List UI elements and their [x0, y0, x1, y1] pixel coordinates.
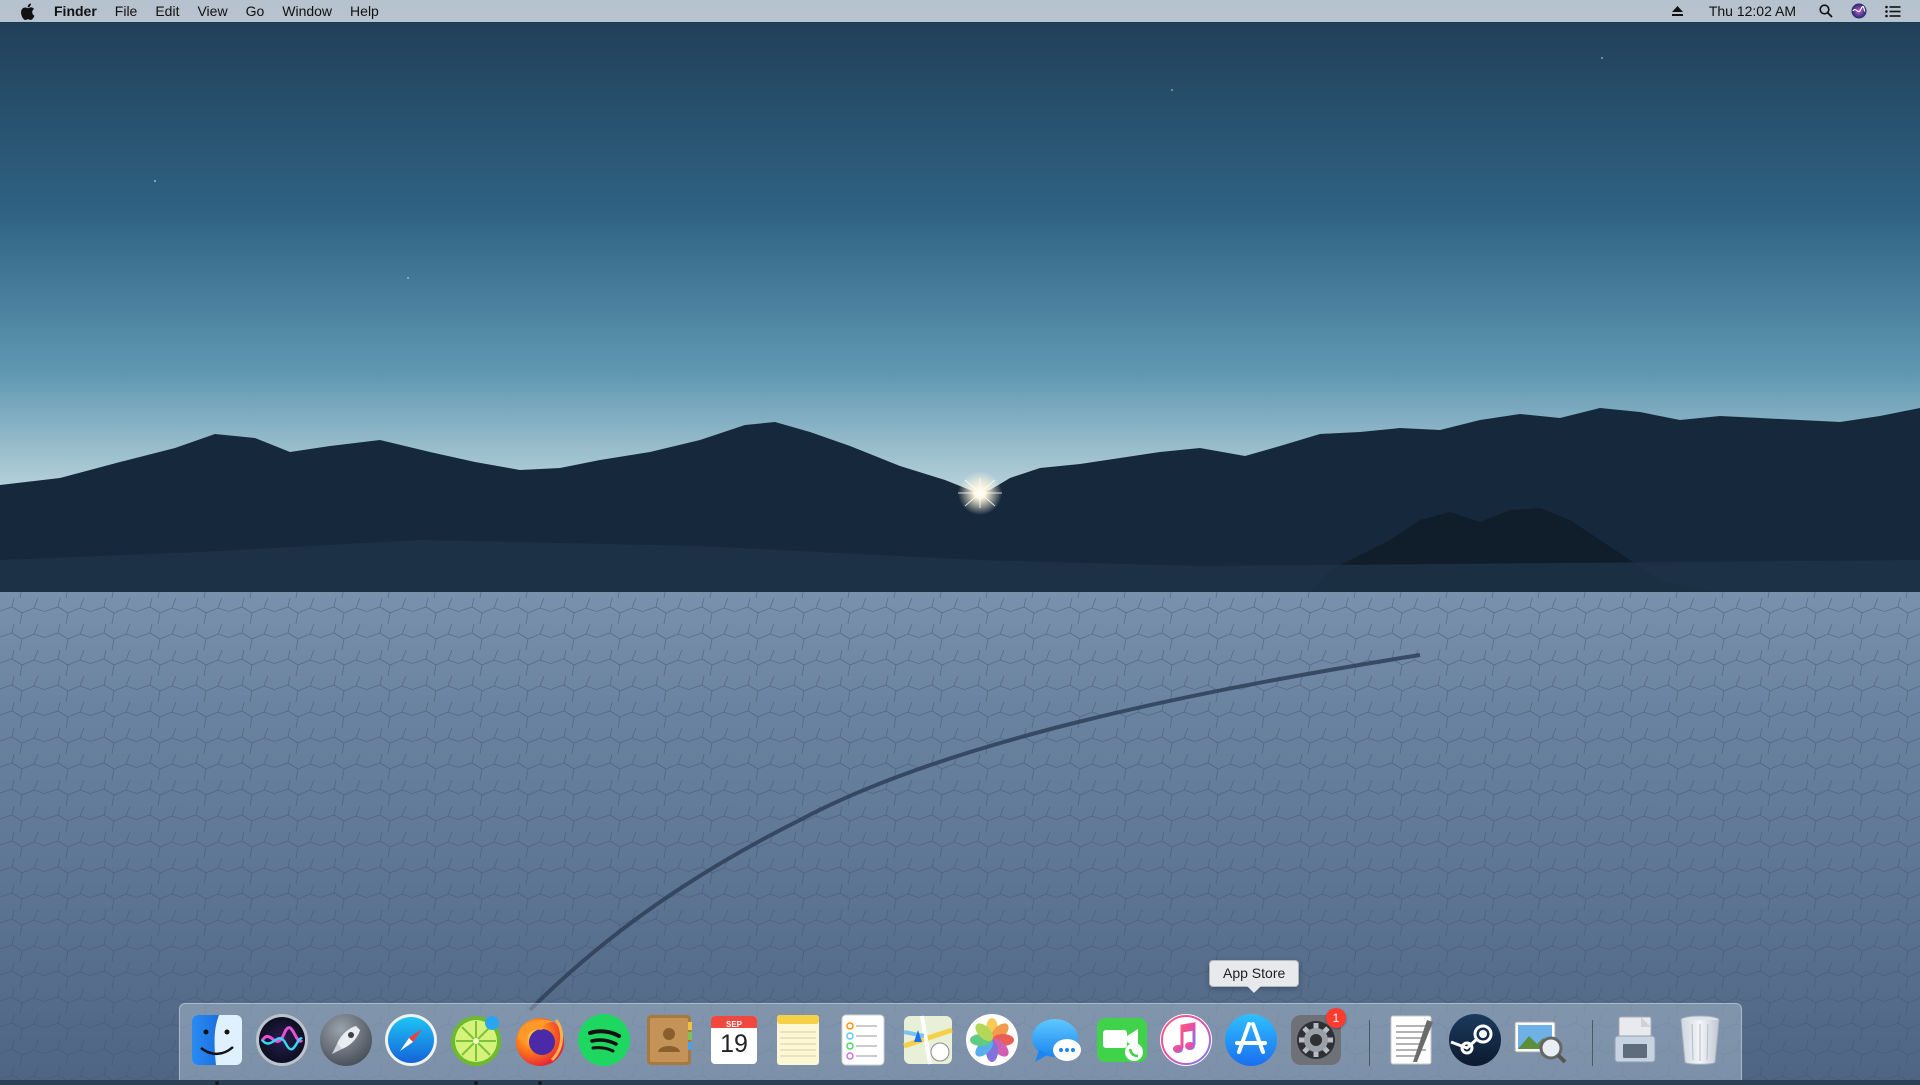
siri-icon — [256, 1014, 308, 1066]
dock-item-app-store[interactable] — [1223, 1012, 1279, 1068]
dock-item-reminders[interactable] — [835, 1012, 891, 1068]
launchpad-icon — [320, 1014, 372, 1066]
textedit-icon — [1390, 1015, 1433, 1065]
notification-center-icon[interactable] — [1885, 0, 1901, 22]
reminders-icon — [841, 1014, 885, 1066]
running-indicator — [538, 1081, 542, 1085]
dock-tooltip: App Store — [1209, 960, 1300, 993]
menubar-clock[interactable]: Thu 12:02 AM — [1709, 3, 1796, 19]
photos-icon — [966, 1014, 1018, 1066]
menu-app-finder[interactable]: Finder — [54, 0, 106, 22]
facetime-icon — [1097, 1018, 1147, 1062]
apple-logo-icon[interactable] — [18, 2, 36, 20]
dock-item-maps[interactable] — [900, 1012, 956, 1068]
dock-item-trash[interactable] — [1672, 1012, 1728, 1068]
spotify-icon — [578, 1014, 630, 1066]
dock-item-textedit[interactable] — [1383, 1012, 1439, 1068]
dock-item-preview[interactable] — [1511, 1012, 1567, 1068]
dock-item-spotify[interactable] — [576, 1012, 632, 1068]
dock-divider — [1369, 1020, 1370, 1066]
messages-icon — [1032, 1019, 1081, 1062]
running-indicator — [215, 1081, 219, 1085]
eject-icon[interactable] — [1671, 0, 1684, 22]
firefox-icon — [516, 1018, 564, 1066]
desktop-wallpaper — [0, 0, 1920, 1080]
menu-file[interactable]: File — [106, 0, 147, 22]
menu-window[interactable]: Window — [273, 0, 341, 22]
dock-item-launchpad[interactable] — [318, 1012, 374, 1068]
preview-icon — [1514, 1021, 1567, 1064]
dock-item-siri[interactable] — [254, 1012, 310, 1068]
menu-view[interactable]: View — [188, 0, 236, 22]
dock-item-finder[interactable] — [189, 1012, 245, 1085]
menu-go[interactable]: Go — [237, 0, 274, 22]
dock-item-steam[interactable] — [1447, 1012, 1503, 1068]
dock-item-facetime[interactable] — [1094, 1012, 1150, 1068]
notes-icon — [777, 1015, 819, 1065]
notification-badge: 1 — [1326, 1008, 1346, 1028]
menu-edit[interactable]: Edit — [146, 0, 188, 22]
dock-item-downloads[interactable] — [1607, 1012, 1663, 1068]
dock-item-contacts[interactable] — [641, 1012, 697, 1068]
safari-icon — [385, 1014, 437, 1066]
calendar-month-label: SEP — [725, 1020, 742, 1029]
dock-item-safari[interactable] — [383, 1012, 439, 1068]
dock-divider — [1592, 1020, 1593, 1066]
siri-icon[interactable] — [1851, 0, 1867, 22]
trash-icon — [1680, 1015, 1720, 1065]
spotlight-search-icon[interactable] — [1819, 0, 1833, 22]
menu-bar: Finder File Edit View Go Window Help Thu… — [0, 0, 1920, 22]
itunes-icon — [1160, 1014, 1212, 1066]
dock-item-system-preferences[interactable]: 1 — [1288, 1008, 1346, 1068]
contacts-icon — [647, 1015, 692, 1065]
steam-icon — [1449, 1014, 1501, 1066]
dock-item-photos[interactable] — [964, 1012, 1020, 1068]
running-indicator — [474, 1081, 478, 1085]
dock-item-calendar[interactable]: SEP 19 — [706, 1012, 762, 1068]
dock-item-limechat[interactable] — [448, 1012, 504, 1085]
maps-icon — [903, 1015, 953, 1065]
calendar-day-label: 19 — [720, 1030, 748, 1058]
limechat-icon — [451, 1016, 501, 1066]
dock-item-firefox[interactable] — [512, 1012, 568, 1085]
menu-help[interactable]: Help — [341, 0, 388, 22]
dock-item-notes[interactable] — [770, 1012, 826, 1068]
downloads-stack-icon — [1614, 1016, 1656, 1063]
app-store-icon — [1225, 1014, 1277, 1066]
dock: SEP 19 1 — [179, 1003, 1742, 1085]
dock-item-itunes[interactable] — [1158, 1012, 1214, 1068]
dock-item-messages[interactable] — [1029, 1012, 1085, 1068]
finder-icon — [192, 1015, 242, 1065]
